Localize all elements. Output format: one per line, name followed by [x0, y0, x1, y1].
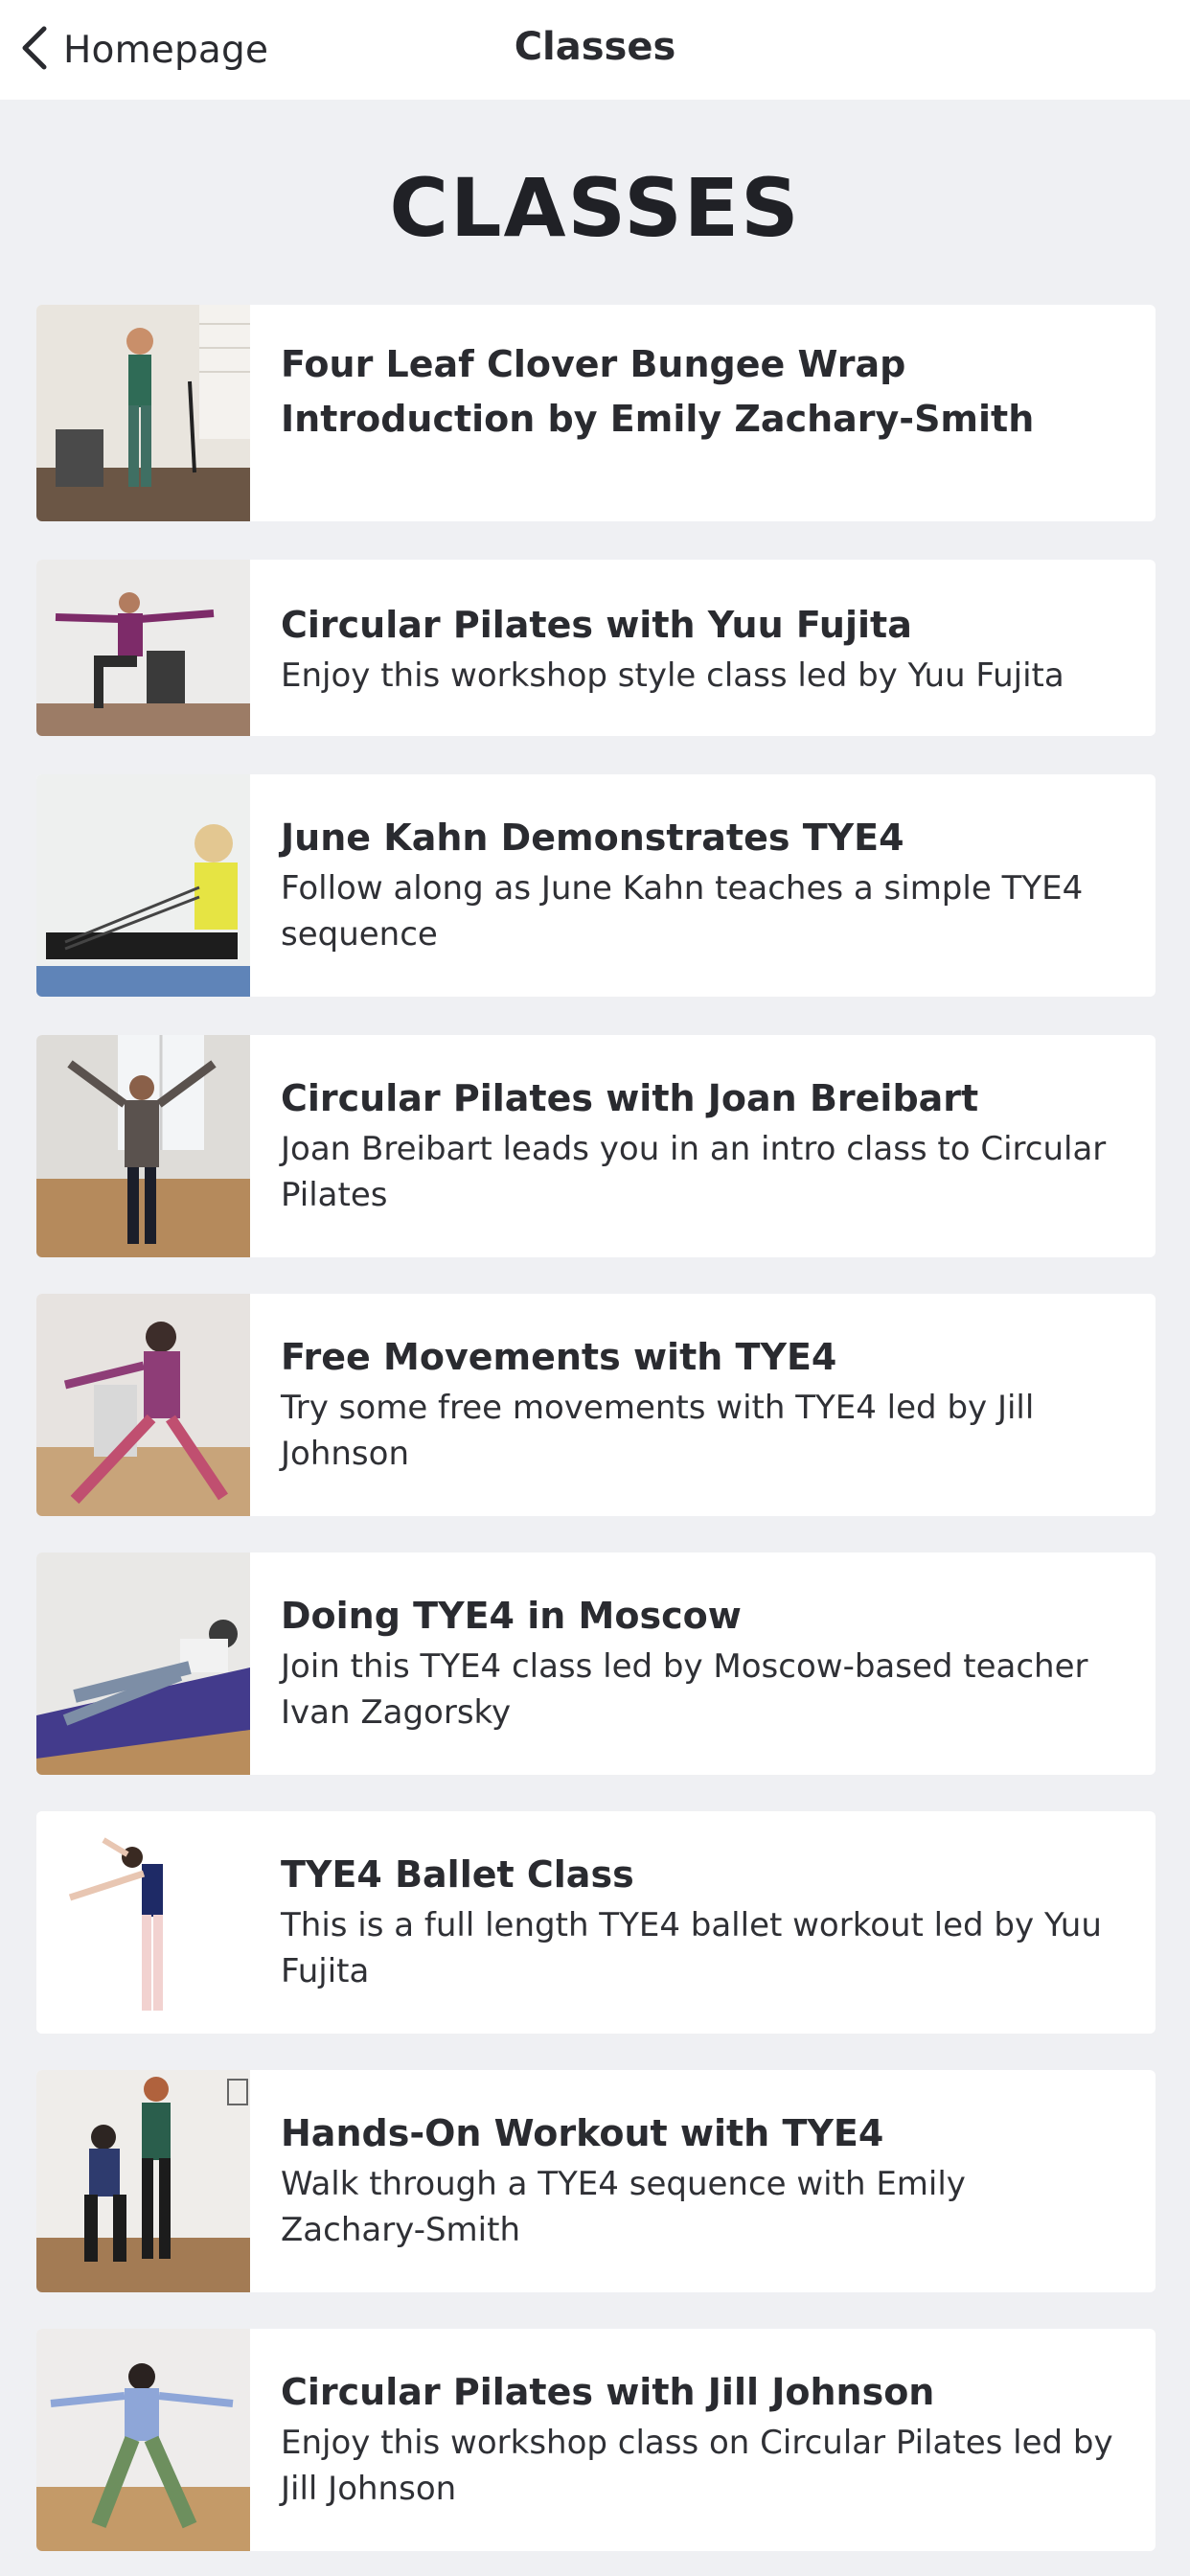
class-card-yuu-fujita[interactable]: Circular Pilates with Yuu Fujita Enjoy t… — [36, 560, 1156, 736]
class-description: Try some free movements with TYE4 led by… — [281, 1389, 1035, 1473]
class-card-text: Free Movements with TYE4 Try some free m… — [281, 1330, 1117, 1477]
class-description: Walk through a TYE4 sequence with Emily … — [281, 2165, 966, 2249]
class-title: TYE4 Ballet Class — [281, 1853, 634, 1896]
class-card-ballet[interactable]: TYE4 Ballet Class This is a full length … — [36, 1811, 1156, 2034]
class-card-text: Circular Pilates with Jill Johnson Enjoy… — [281, 2365, 1117, 2512]
navigation-bar: Homepage Classes — [0, 0, 1190, 100]
class-card-june-kahn[interactable]: June Kahn Demonstrates TYE4 Follow along… — [36, 774, 1156, 997]
class-card-text: June Kahn Demonstrates TYE4 Follow along… — [281, 811, 1117, 957]
class-title: Circular Pilates with Joan Breibart — [281, 1077, 979, 1119]
standing-arms-thumbnail — [36, 1035, 250, 1257]
class-title: Hands-On Workout with TYE4 — [281, 2112, 884, 2154]
class-card-moscow[interactable]: Doing TYE4 in Moscow Join this TYE4 clas… — [36, 1552, 1156, 1775]
class-card-free-movements[interactable]: Free Movements with TYE4 Try some free m… — [36, 1294, 1156, 1516]
class-card-bungee-wrap[interactable]: Four Leaf Clover Bungee Wrap Introductio… — [36, 305, 1156, 521]
class-description: This is a full length TYE4 ballet workou… — [281, 1906, 1102, 1990]
nav-title: Classes — [514, 25, 676, 69]
page-title: CLASSES — [389, 161, 801, 255]
class-title: Four Leaf Clover Bungee Wrap Introductio… — [281, 343, 1035, 440]
class-description: Follow along as June Kahn teaches a simp… — [281, 869, 1084, 954]
class-description: Joan Breibart leads you in an intro clas… — [281, 1130, 1107, 1214]
class-title: Circular Pilates with Jill Johnson — [281, 2371, 935, 2413]
class-card-text: Four Leaf Clover Bungee Wrap Introductio… — [281, 337, 1117, 447]
class-card-joan-breibart[interactable]: Circular Pilates with Joan Breibart Joan… — [36, 1035, 1156, 1257]
class-card-hands-on[interactable]: Hands-On Workout with TYE4 Walk through … — [36, 2070, 1156, 2292]
class-title: Doing TYE4 in Moscow — [281, 1595, 742, 1637]
class-description: Join this TYE4 class led by Moscow-based… — [281, 1647, 1088, 1732]
class-card-text: Hands-On Workout with TYE4 Walk through … — [281, 2106, 1117, 2253]
seated-band-thumbnail — [36, 774, 250, 997]
class-card-text: Circular Pilates with Joan Breibart Joan… — [281, 1071, 1117, 1218]
class-card-jill-johnson[interactable]: Circular Pilates with Jill Johnson Enjoy… — [36, 2329, 1156, 2551]
class-title: June Kahn Demonstrates TYE4 — [281, 816, 904, 859]
chair-stretch-thumbnail — [36, 560, 250, 736]
mat-side-lying-thumbnail — [36, 1552, 250, 1775]
class-description: Enjoy this workshop style class led by Y… — [281, 656, 1064, 695]
hands-on-thumbnail — [36, 2070, 250, 2292]
class-card-text: Doing TYE4 in Moscow Join this TYE4 clas… — [281, 1589, 1117, 1736]
class-title: Free Movements with TYE4 — [281, 1336, 837, 1378]
wide-squat-thumbnail — [36, 2329, 250, 2551]
ballet-thumbnail — [36, 1811, 250, 2034]
lunge-thumbnail — [36, 1294, 250, 1516]
class-card-text: Circular Pilates with Yuu Fujita Enjoy t… — [281, 598, 1117, 699]
class-description: Enjoy this workshop class on Circular Pi… — [281, 2424, 1113, 2508]
class-card-text: TYE4 Ballet Class This is a full length … — [281, 1848, 1117, 1994]
bungee-wrap-thumbnail — [36, 305, 250, 521]
class-title: Circular Pilates with Yuu Fujita — [281, 604, 912, 646]
